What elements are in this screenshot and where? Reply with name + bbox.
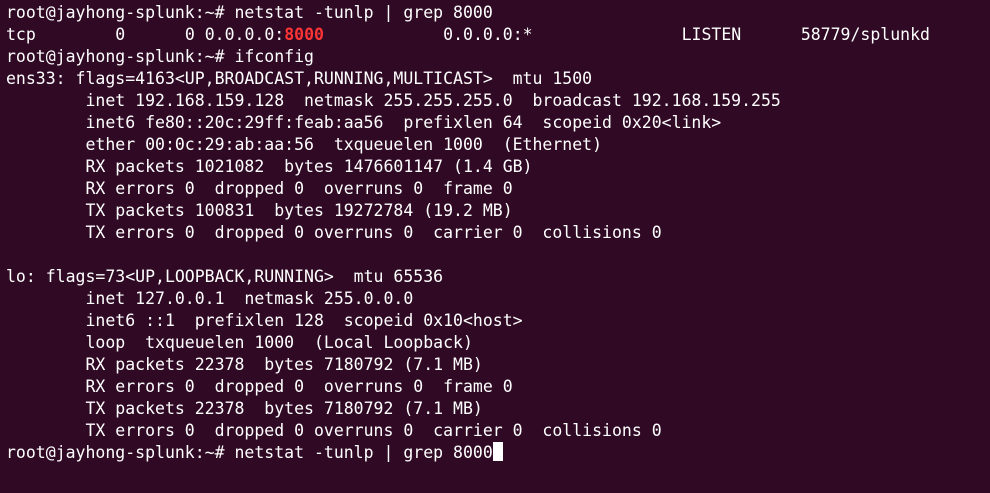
terminal-line: inet6 ::1 prefixlen 128 scopeid 0x10<hos… — [6, 311, 523, 330]
terminal-line: inet6 fe80::20c:29ff:feab:aa56 prefixlen… — [6, 113, 722, 132]
grep-match-highlight: 8000 — [284, 25, 324, 44]
netstat-result-row: tcp 0 0 0.0.0.0:8000 0.0.0.0:* LISTEN 58… — [6, 24, 990, 46]
terminal-line: lo: flags=73<UP,LOOPBACK,RUNNING> mtu 65… — [6, 267, 444, 286]
netstat-local-address: 0.0.0.0: — [204, 25, 285, 44]
netstat-pid-program: 58779/splunkd — [800, 25, 930, 44]
terminal-line: root@jayhong-splunk:~# netstat -tunlp | … — [6, 3, 493, 22]
netstat-foreign-address: 0.0.0.0:* — [443, 25, 533, 44]
terminal-window[interactable]: root@jayhong-splunk:~# netstat -tunlp | … — [0, 0, 990, 493]
netstat-send-q: 0 — [184, 25, 195, 44]
terminal-line: RX packets 1021082 bytes 1476601147 (1.4… — [6, 157, 533, 176]
terminal-line: ether 00:0c:29:ab:aa:56 txqueuelen 1000 … — [6, 135, 603, 154]
terminal-line: TX errors 0 dropped 0 overruns 0 carrier… — [6, 421, 662, 440]
terminal-prompt-line[interactable]: root@jayhong-splunk:~# netstat -tunlp | … — [6, 442, 990, 464]
terminal-line: inet 192.168.159.128 netmask 255.255.255… — [6, 91, 781, 110]
text-cursor — [492, 442, 503, 461]
terminal-line: root@jayhong-splunk:~# ifconfig — [6, 47, 314, 66]
terminal-line: loop txqueuelen 1000 (Local Loopback) — [6, 333, 473, 352]
netstat-recv-q: 0 — [115, 25, 126, 44]
terminal-line: inet 127.0.0.1 netmask 255.0.0.0 — [6, 289, 414, 308]
netstat-proto: tcp — [6, 25, 36, 44]
terminal-line: TX packets 100831 bytes 19272784 (19.2 M… — [6, 201, 513, 220]
current-command-input[interactable]: root@jayhong-splunk:~# netstat -tunlp | … — [6, 443, 493, 462]
netstat-state: LISTEN — [681, 25, 742, 44]
terminal-line: ens33: flags=4163<UP,BROADCAST,RUNNING,M… — [6, 69, 593, 88]
terminal-line: RX errors 0 dropped 0 overruns 0 frame 0 — [6, 179, 513, 198]
terminal-line: TX errors 0 dropped 0 overruns 0 carrier… — [6, 223, 662, 242]
terminal-line: RX errors 0 dropped 0 overruns 0 frame 0 — [6, 377, 513, 396]
terminal-line: RX packets 22378 bytes 7180792 (7.1 MB) — [6, 355, 483, 374]
terminal-line: TX packets 22378 bytes 7180792 (7.1 MB) — [6, 399, 483, 418]
